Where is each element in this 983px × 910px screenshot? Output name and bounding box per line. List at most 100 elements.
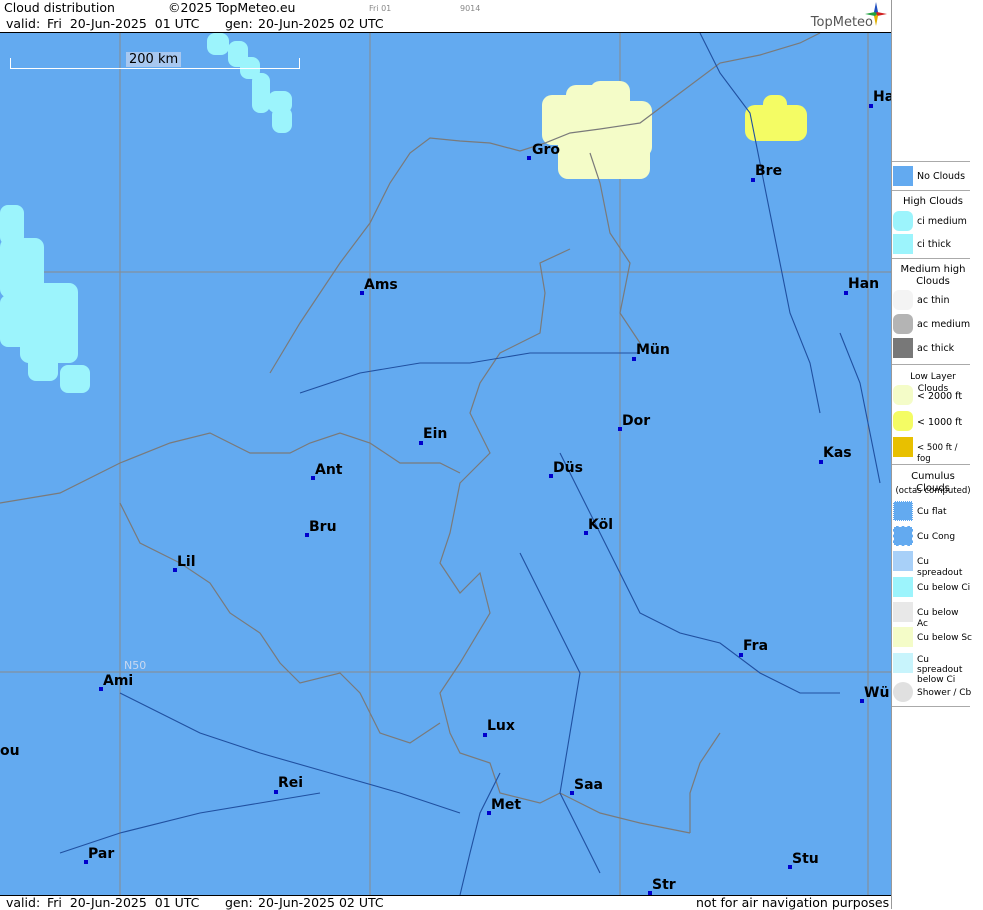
- city-label[interactable]: Bru: [309, 519, 337, 535]
- legend-cu-spread-ci: Cu spreadout below Ci: [892, 653, 972, 685]
- city-label[interactable]: Wü: [864, 685, 889, 701]
- day-code: Fri 01: [369, 4, 392, 13]
- legend-label: Cu below Sc: [917, 633, 972, 643]
- legend-low-1000: < 1000 ft: [892, 411, 972, 433]
- legend-heading-medium: Medium high Clouds: [900, 264, 966, 287]
- legend-divider: [892, 706, 970, 707]
- city-label[interactable]: Dor: [622, 413, 650, 429]
- footer-valid-time: Fri 20-Jun-2025 01 UTC: [47, 895, 200, 910]
- country-borders: [0, 33, 821, 834]
- city-label[interactable]: Gro: [532, 142, 560, 158]
- legend-label: < 1000 ft: [917, 417, 963, 428]
- legend-cu-below-ci: Cu below Ci: [892, 577, 972, 599]
- no-clouds-swatch: [893, 166, 913, 186]
- legend-label: ci medium: [917, 216, 967, 227]
- city-label[interactable]: Fra: [743, 638, 768, 654]
- ci-thick-swatch: [893, 234, 913, 254]
- cloud-map[interactable]: 200 km N50 Gro Bre Ha Ams Han Mün Dor Ei…: [0, 33, 891, 895]
- legend-label: < 2000 ft: [917, 391, 963, 402]
- legend-cu-cong: Cu Cong: [892, 526, 972, 548]
- legend-label: No Clouds: [917, 171, 966, 182]
- city-label[interactable]: Düs: [553, 460, 583, 476]
- legend-label: ac thin: [917, 295, 950, 306]
- legend-label: ac thick: [917, 343, 955, 354]
- cu-flat-swatch: [893, 501, 913, 521]
- valid-label: valid:: [6, 16, 41, 31]
- cu-below-ci-swatch: [893, 577, 913, 597]
- city-label[interactable]: Rei: [278, 775, 303, 791]
- city-label[interactable]: Lux: [487, 718, 515, 734]
- city-label[interactable]: Lil: [177, 554, 196, 570]
- legend-label: < 500 ft / fog: [917, 443, 958, 464]
- cu-cong-swatch: [893, 526, 913, 546]
- legend-label: ci thick: [917, 239, 951, 250]
- legend-label: ac medium: [917, 319, 971, 330]
- ac-thin-swatch: [893, 290, 913, 310]
- legend-label: Cu below Ci: [917, 583, 971, 593]
- legend-cu-spread: Cu spreadout: [892, 551, 972, 578]
- gen-label: gen:: [225, 16, 253, 31]
- scale-label: 200 km: [126, 52, 182, 67]
- city-label[interactable]: Ami: [103, 673, 133, 689]
- city-label[interactable]: Ha: [873, 89, 891, 105]
- latitude-label: N50: [124, 659, 147, 672]
- legend-divider: [892, 161, 970, 162]
- shower-swatch: [893, 682, 913, 702]
- legend-label: Cu spreadout: [917, 557, 963, 578]
- run-code: 9014: [460, 4, 481, 13]
- legend-low-2000: < 2000 ft: [892, 385, 972, 407]
- legend-panel: No Clouds High Clouds ci medium ci thick…: [891, 0, 983, 909]
- legend-label: Cu Cong: [917, 532, 956, 542]
- city-label[interactable]: Han: [848, 276, 879, 292]
- legend-ac-medium: ac medium: [892, 314, 972, 336]
- city-label[interactable]: Mün: [636, 342, 670, 358]
- legend-ac-thin: ac thin: [892, 290, 972, 312]
- city-label[interactable]: Ein: [423, 426, 447, 442]
- city-label[interactable]: Bre: [755, 163, 782, 179]
- ci-medium-clouds: [0, 33, 292, 393]
- legend-shower: Shower / Cb: [892, 682, 972, 704]
- legend-label: Cu spreadout below Ci: [917, 655, 963, 685]
- low-1000-swatch: [893, 411, 913, 431]
- footer-gen-label: gen:: [225, 895, 253, 910]
- legend-no-clouds: No Clouds: [892, 166, 972, 188]
- low-500-swatch: [893, 437, 913, 457]
- city-label[interactable]: ou: [0, 743, 20, 759]
- city-label[interactable]: Met: [491, 797, 521, 813]
- legend-cu-flat: Cu flat: [892, 501, 972, 523]
- legend-ci-thick: ci thick: [892, 234, 972, 256]
- disclaimer: not for air navigation purposes: [696, 895, 890, 910]
- topmeteo-logo[interactable]: TopMeteo: [783, 2, 887, 30]
- legend-subheading-cumulus: (octas computed): [895, 486, 971, 496]
- ci-medium-swatch: [893, 211, 913, 231]
- cu-spread-swatch: [893, 551, 913, 571]
- city-label[interactable]: Kas: [823, 445, 852, 461]
- city-label[interactable]: Stu: [792, 851, 819, 867]
- legend-cu-below-ac: Cu below Ac: [892, 602, 972, 629]
- city-label[interactable]: Ant: [315, 462, 343, 478]
- city-label[interactable]: Par: [88, 846, 114, 862]
- legend-label: Shower / Cb: [917, 688, 972, 698]
- legend-divider: [892, 464, 970, 465]
- legend-cu-below-sc: Cu below Sc: [892, 627, 972, 649]
- low-2000-swatch: [893, 385, 913, 405]
- copyright: ©2025 TopMeteo.eu: [168, 0, 296, 15]
- valid-time: Fri 20-Jun-2025 01 UTC: [47, 16, 200, 31]
- city-label[interactable]: Köl: [588, 517, 613, 533]
- cu-spread-ci-swatch: [893, 653, 913, 673]
- legend-heading-high: High Clouds: [903, 196, 963, 207]
- legend-divider: [892, 364, 970, 365]
- city-label[interactable]: Str: [652, 877, 676, 893]
- city-label[interactable]: Ams: [364, 277, 398, 293]
- city-label[interactable]: Saa: [574, 777, 603, 793]
- map-footer: valid: Fri 20-Jun-2025 01 UTC gen: 20-Ju…: [0, 895, 891, 910]
- map-header: Cloud distribution ©2025 TopMeteo.eu Fri…: [0, 0, 891, 33]
- legend-ac-thick: ac thick: [892, 338, 972, 360]
- footer-valid-label: valid:: [6, 895, 41, 910]
- legend-divider: [892, 258, 970, 259]
- footer-gen-time: 20-Jun-2025 02 UTC: [258, 895, 384, 910]
- legend-low-500: < 500 ft / fog: [892, 437, 972, 464]
- cu-below-sc-swatch: [893, 627, 913, 647]
- cu-below-ac-swatch: [893, 602, 913, 622]
- legend-divider: [892, 190, 970, 191]
